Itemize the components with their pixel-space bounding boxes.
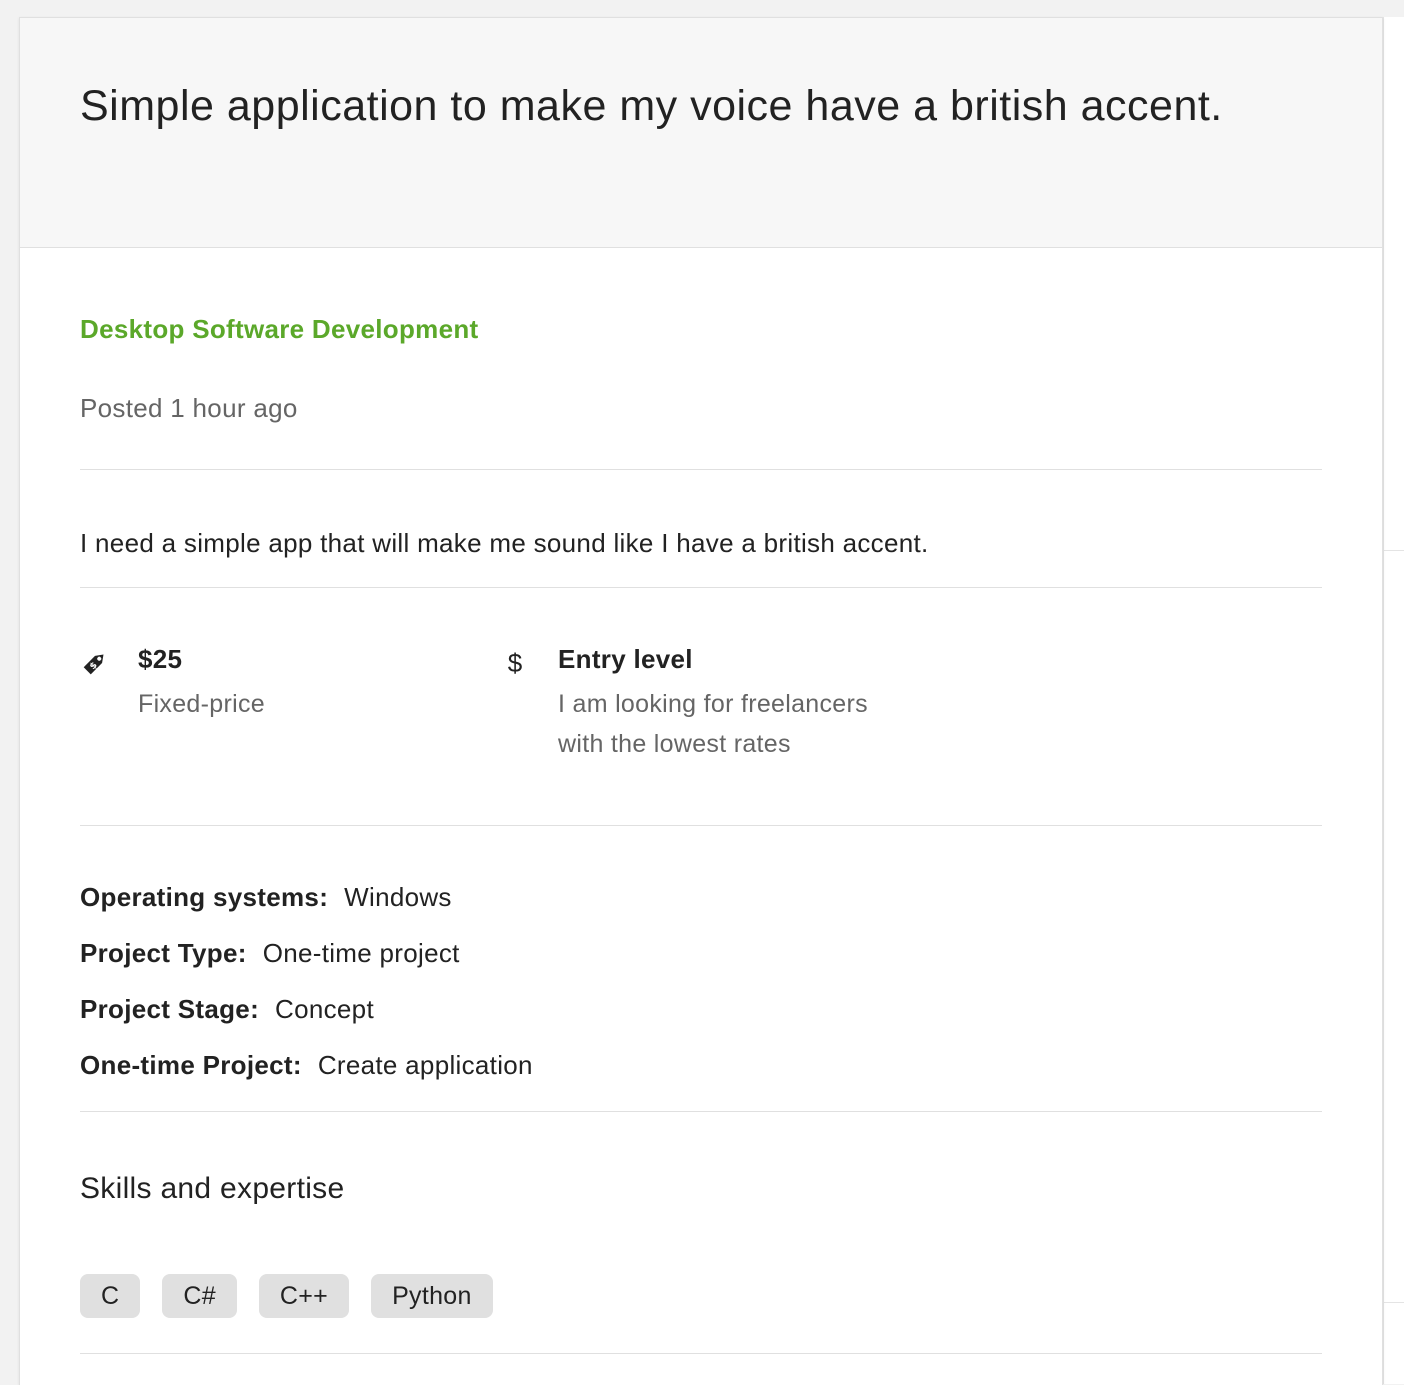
divider — [80, 1111, 1322, 1112]
divider — [80, 1353, 1322, 1354]
skills-list: C C# C++ Python — [80, 1274, 493, 1318]
price-tag-icon: $ — [80, 648, 110, 678]
attribute-label: Project Type: — [80, 938, 247, 968]
attribute-value: Windows — [344, 882, 452, 912]
attribute-label: Project Stage: — [80, 994, 260, 1024]
attribute-label: Operating systems: — [80, 882, 329, 912]
divider — [80, 469, 1322, 470]
job-title: Simple application to make my voice have… — [80, 82, 1223, 130]
skills-heading: Skills and expertise — [80, 1172, 345, 1205]
budget-type: Fixed-price — [138, 690, 265, 718]
skill-tag-c[interactable]: C — [80, 1274, 141, 1318]
job-attributes: Operating systems: Windows Project Type: O… — [80, 882, 1322, 1106]
sidebar-divider — [1384, 550, 1404, 551]
attribute-row: Project Stage: Concept — [80, 994, 1322, 1050]
attribute-row: Operating systems: Windows — [80, 882, 1322, 938]
job-description: I need a simple app that will make me so… — [80, 528, 929, 558]
attribute-value: Create application — [317, 1050, 533, 1080]
posted-time: Posted 1 hour ago — [80, 393, 298, 423]
attribute-value: Concept — [275, 994, 374, 1024]
skill-tag-python[interactable]: Python — [371, 1274, 493, 1318]
attribute-row: One-time Project: Create application — [80, 1050, 1322, 1106]
job-header: Simple application to make my voice have… — [20, 18, 1382, 248]
skill-tag-csharp[interactable]: C# — [162, 1274, 237, 1318]
attribute-value: One-time project — [262, 938, 460, 968]
job-category-link[interactable]: Desktop Software Development — [80, 314, 479, 345]
divider — [80, 825, 1322, 826]
divider — [80, 587, 1322, 588]
right-sidebar — [1383, 17, 1404, 1384]
sidebar-divider — [1384, 1302, 1404, 1303]
skill-tag-cpp[interactable]: C++ — [258, 1274, 350, 1318]
dollar-sign-icon: $ — [507, 647, 523, 678]
experience-description: I am looking for freelancers with the lo… — [558, 690, 868, 758]
job-details-panel: Simple application to make my voice have… — [19, 17, 1383, 1385]
attribute-label: One-time Project: — [80, 1050, 302, 1080]
budget-amount: $25 — [138, 644, 183, 674]
experience-level: Entry level — [558, 644, 693, 674]
attribute-row: Project Type: One-time project — [80, 938, 1322, 994]
